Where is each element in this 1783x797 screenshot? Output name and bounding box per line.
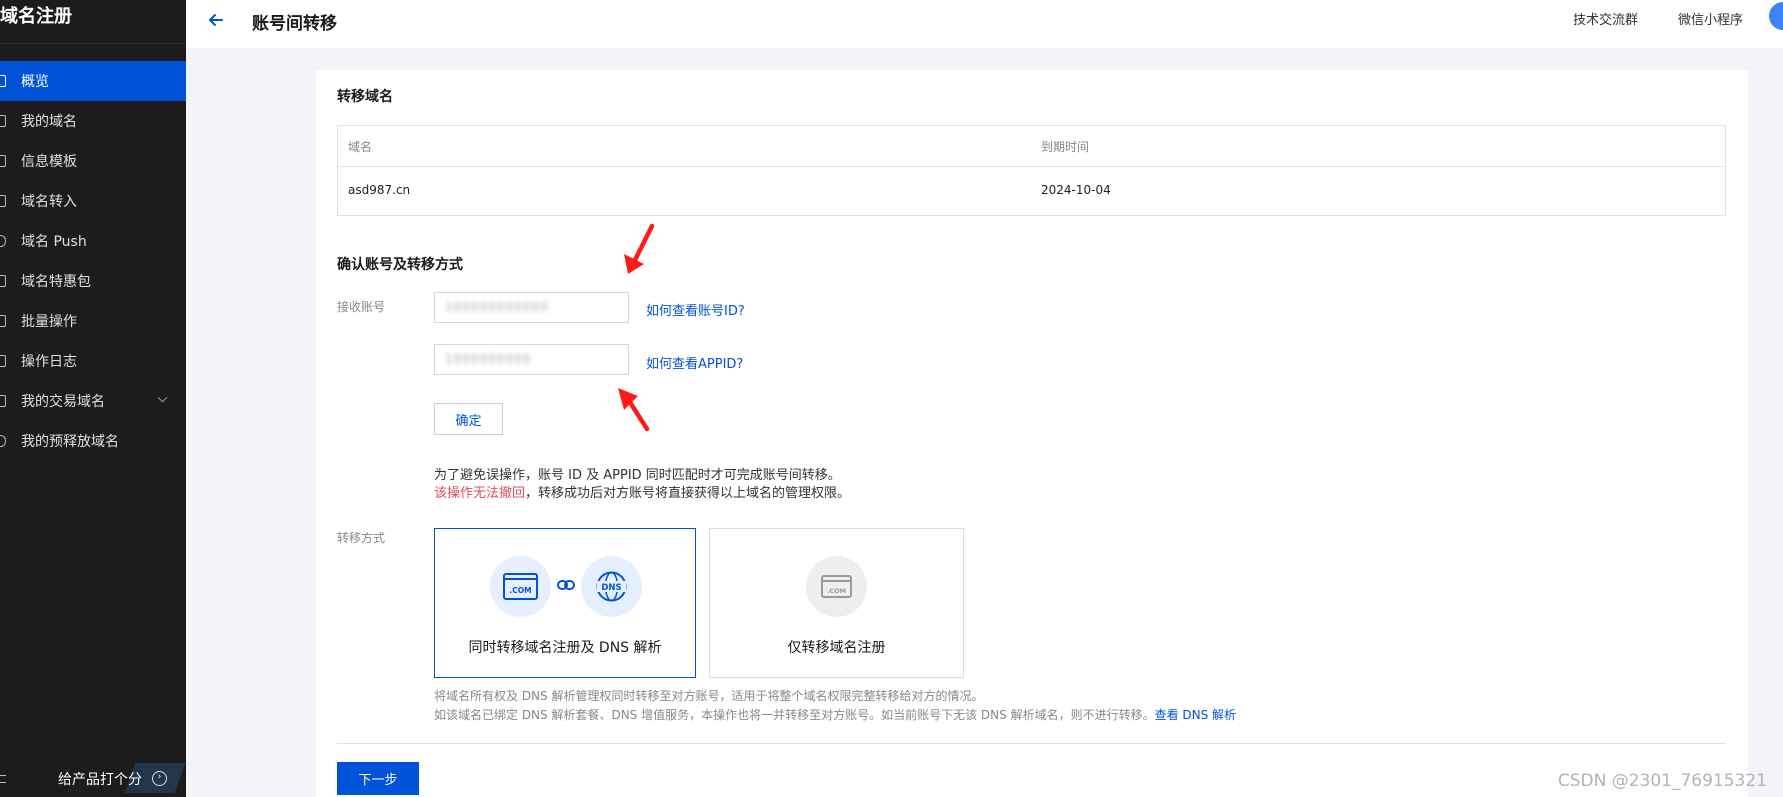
sidebar-footer: 给产品打个分 › [0, 761, 186, 797]
cell-domain-name: asd987.cn [348, 183, 411, 197]
annotation-arrow-down-icon [624, 223, 655, 274]
svg-text:.COM: .COM [827, 587, 846, 595]
sidebar-item-my-domains[interactable]: 我的域名 [0, 101, 186, 141]
batch-icon [0, 315, 6, 327]
transfer-method-label: 转移方式 [337, 531, 386, 545]
cell-expiry-date: 2024-10-04 [1041, 183, 1111, 197]
sidebar-item-info-templates[interactable]: 信息模板 [0, 141, 186, 181]
sidebar-item-domain-transfer-in[interactable]: 域名转入 [0, 181, 186, 221]
next-step-button[interactable]: 下一步 [337, 762, 419, 795]
domain-icon [0, 115, 6, 127]
method-description-line1: 将域名所有权及 DNS 解析管理权同时转移至对方账号，适用于将整个域名权限完整转… [434, 689, 984, 703]
watermark: CSDN @2301_76915321 [1557, 771, 1767, 791]
irreversible-warning: 该操作无法撤回 [434, 486, 526, 501]
link-icon [557, 580, 575, 590]
confirm-button[interactable]: 确定 [434, 403, 503, 435]
sidebar-item-overview[interactable]: 概览 [0, 61, 186, 101]
account-id-help-link[interactable]: 如何查看账号ID? [646, 300, 745, 319]
pre-release-icon [0, 435, 6, 447]
method-description-line2: 如该域名已绑定 DNS 解析套餐、DNS 增值服务，本操作也将一并转移至对方账号… [434, 708, 1237, 722]
annotation-arrow-up-icon [618, 388, 650, 432]
sidebar-item-domain-push[interactable]: 域名 Push [0, 221, 186, 261]
sidebar-item-my-trading-domains[interactable]: 我的交易域名 [0, 381, 186, 421]
package-icon [0, 275, 6, 287]
transfer-domains-heading: 转移域名 [337, 89, 393, 105]
transfer-form-card: 转移域名 域名 到期时间 asd987.cn 2024-10-04 确认账号及转… [316, 70, 1748, 797]
rate-product-link[interactable]: 给产品打个分 [58, 769, 142, 789]
sidebar-title: 域名注册 [0, 0, 186, 44]
sidebar-menu: 概览 我的域名 信息模板 域名转入 域名 Push 域名特惠包 批量操作 操作日… [0, 61, 186, 461]
account-id-value: 100000000000 [445, 300, 549, 314]
sidebar-item-batch-operations[interactable]: 批量操作 [0, 301, 186, 341]
column-header-expiry: 到期时间 [1041, 140, 1090, 154]
menu-collapse-icon[interactable] [0, 775, 6, 783]
dotcom-icon: .COM [490, 556, 551, 617]
warning-note-line1: 为了避免误操作，账号 ID 及 APPID 同时匹配时才可完成账号间转移。 [434, 468, 841, 483]
divider [337, 743, 1726, 744]
overview-icon [0, 75, 6, 87]
template-icon [0, 155, 6, 167]
receiving-account-label: 接收账号 [337, 300, 386, 314]
page-title: 账号间转移 [252, 14, 337, 34]
account-id-input[interactable]: 100000000000 [434, 292, 629, 323]
sidebar-item-operation-logs[interactable]: 操作日志 [0, 341, 186, 381]
sidebar: 域名注册 概览 我的域名 信息模板 域名转入 域名 Push 域名特惠包 批量操… [0, 0, 186, 797]
chevron-down-icon [157, 392, 168, 403]
confirm-heading: 确认账号及转移方式 [337, 257, 463, 273]
appid-input[interactable]: 1000000000 [434, 344, 629, 375]
top-header: 账号间转移 技术交流群 微信小程序 [186, 0, 1783, 48]
avatar[interactable] [1769, 2, 1783, 30]
domain-table: 域名 到期时间 asd987.cn 2024-10-04 [337, 125, 1726, 216]
appid-value: 1000000000 [445, 352, 532, 366]
warning-note-line2: 该操作无法撤回，转移成功后对方账号将直接获得以上域名的管理权限。 [434, 486, 851, 501]
method-option-domain-only[interactable]: .COM 仅转移域名注册 [709, 528, 964, 678]
column-header-domain: 域名 [348, 140, 373, 154]
tech-group-link[interactable]: 技术交流群 [1573, 9, 1638, 28]
sidebar-item-domain-packages[interactable]: 域名特惠包 [0, 261, 186, 301]
method-option-label: 仅转移域名注册 [787, 640, 886, 656]
table-row: asd987.cn 2024-10-04 [338, 167, 1725, 216]
table-header: 域名 到期时间 [338, 126, 1725, 167]
svg-text:.COM: .COM [509, 586, 531, 595]
sidebar-item-pre-release-domains[interactable]: 我的预释放域名 [0, 421, 186, 461]
view-dns-link[interactable]: 查看 DNS 解析 [1155, 708, 1236, 722]
trading-icon [0, 395, 6, 407]
push-icon [0, 235, 6, 247]
log-icon [0, 355, 6, 367]
arrow-right-circle-icon[interactable]: › [152, 771, 167, 786]
back-arrow-icon[interactable] [206, 10, 226, 30]
wechat-miniprogram-link[interactable]: 微信小程序 [1678, 9, 1743, 28]
dotcom-grey-icon: .COM [806, 556, 867, 617]
appid-help-link[interactable]: 如何查看APPID? [646, 353, 743, 372]
transfer-in-icon [0, 195, 6, 207]
method-option-domain-and-dns[interactable]: .COM DNS 同时转移域名注册及 DNS 解析 [434, 528, 696, 678]
dns-globe-icon: DNS [581, 556, 642, 617]
svg-text:DNS: DNS [601, 583, 621, 593]
method-option-label: 同时转移域名注册及 DNS 解析 [468, 640, 662, 656]
